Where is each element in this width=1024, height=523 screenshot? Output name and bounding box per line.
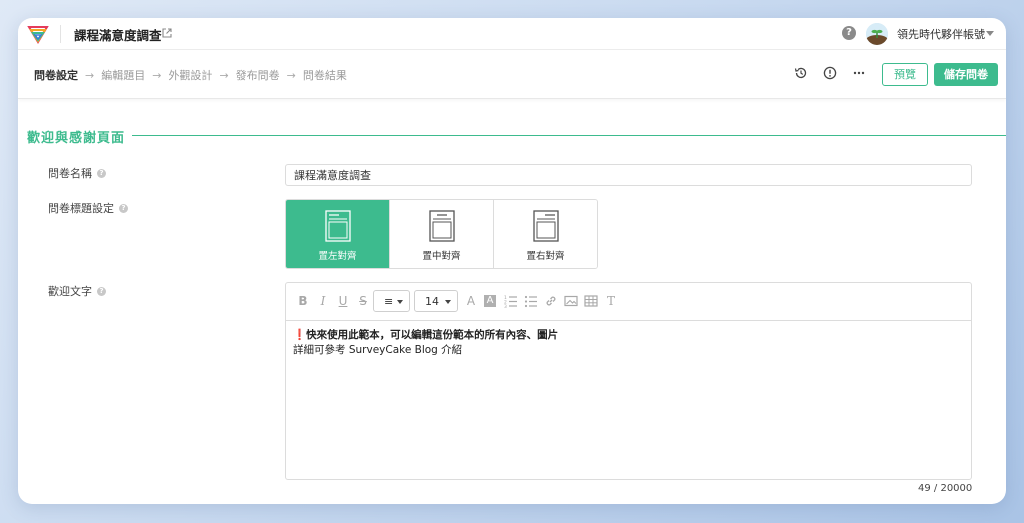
step-nav: 問卷設定 → 編輯題目 → 外觀設計 → 發布問卷 → 問卷結果	[34, 67, 347, 83]
save-survey-button[interactable]: 儲存問卷	[934, 63, 998, 86]
section-divider	[132, 135, 1006, 136]
ordered-list-icon[interactable]: 1 2 3	[504, 294, 518, 308]
title-setting-label: 問卷標題設定 ?	[48, 200, 128, 216]
align-left-icon: ≡	[384, 295, 394, 308]
arrow-right-icon: →	[286, 68, 296, 82]
survey-name-label-text: 問卷名稱	[48, 167, 92, 180]
align-center-label: 置中對齊	[422, 251, 461, 262]
align-left-option[interactable]: 置左對齊	[286, 200, 390, 268]
info-icon[interactable]	[823, 66, 837, 80]
steps-bar: 問卷設定 → 編輯題目 → 外觀設計 → 發布問卷 → 問卷結果 預覽 儲存問卷	[18, 51, 1006, 99]
content-line-1-text: 快來使用此範本，可以編輯這份範本的所有內容、圖片	[306, 329, 559, 341]
font-color-button[interactable]: A	[464, 294, 478, 308]
content-line-1: ❗快來使用此範本，可以編輯這份範本的所有內容、圖片	[293, 328, 558, 343]
top-bar: 課程滿意度調查 ? 領先時代夥伴帳號	[18, 18, 1006, 50]
welcome-text-label: 歡迎文字 ?	[48, 283, 106, 299]
welcome-text-label-text: 歡迎文字	[48, 285, 92, 298]
step-settings[interactable]: 問卷設定	[34, 67, 78, 83]
chevron-down-icon	[445, 300, 451, 304]
chevron-down-icon	[397, 300, 403, 304]
italic-button[interactable]: I	[316, 294, 330, 308]
font-size-dropdown[interactable]: 14	[414, 290, 458, 312]
rich-text-editor: B I U S ≡ 14 A A 1 2 3 T ❗快來使用此範本，可以編輯這份…	[285, 282, 972, 480]
step-appearance[interactable]: 外觀設計	[168, 67, 212, 83]
logo-icon[interactable]	[26, 22, 50, 46]
external-link-icon[interactable]	[161, 27, 173, 39]
step-results[interactable]: 問卷結果	[303, 67, 347, 83]
table-icon[interactable]	[584, 294, 598, 308]
step-edit-questions[interactable]: 編輯題目	[101, 67, 145, 83]
document-left-icon	[324, 210, 351, 242]
title-setting-label-text: 問卷標題設定	[48, 202, 114, 215]
caret-down-icon[interactable]	[986, 31, 994, 36]
arrow-right-icon: →	[219, 68, 229, 82]
survey-title: 課程滿意度調查	[74, 28, 162, 43]
content-line-2: 詳細可參考 SurveyCake Blog 介紹	[293, 344, 463, 356]
editor-toolbar: B I U S ≡ 14 A A 1 2 3 T	[286, 283, 971, 321]
help-icon[interactable]: ?	[97, 168, 106, 178]
character-counter: 49 / 20000	[918, 483, 973, 494]
survey-name-input[interactable]	[285, 164, 972, 186]
document-right-icon	[532, 210, 559, 242]
align-dropdown[interactable]: ≡	[373, 290, 410, 312]
help-icon[interactable]: ?	[842, 26, 856, 40]
underline-button[interactable]: U	[336, 294, 350, 308]
preview-button[interactable]: 預覽	[882, 63, 928, 86]
bullet-list-icon[interactable]	[524, 294, 538, 308]
align-right-option[interactable]: 置右對齊	[494, 200, 597, 268]
avatar[interactable]	[866, 23, 888, 45]
link-icon[interactable]	[544, 294, 558, 308]
font-size-value: 14	[425, 295, 439, 308]
background-color-button[interactable]: A	[484, 295, 496, 307]
svg-text:3: 3	[504, 304, 507, 308]
arrow-right-icon: →	[152, 68, 162, 82]
align-left-label: 置左對齊	[318, 251, 357, 262]
survey-name-label: 問卷名稱 ?	[48, 165, 106, 181]
more-icon[interactable]	[852, 66, 866, 80]
bold-button[interactable]: B	[296, 294, 310, 308]
step-publish[interactable]: 發布問卷	[236, 67, 280, 83]
section-title: 歡迎與感謝頁面	[27, 131, 126, 146]
clear-format-button[interactable]: T	[604, 294, 618, 308]
history-icon[interactable]	[794, 66, 808, 80]
align-right-label: 置右對齊	[526, 251, 565, 262]
strikethrough-button[interactable]: S	[356, 294, 370, 308]
app-window: 課程滿意度調查 ? 領先時代夥伴帳號 問卷設定 → 編輯題目 → 外觀設計 →	[18, 18, 1006, 504]
align-center-option[interactable]: 置中對齊	[390, 200, 494, 268]
account-name[interactable]: 領先時代夥伴帳號	[897, 26, 985, 42]
help-icon[interactable]: ?	[97, 286, 106, 296]
exclamation-icon: ❗	[293, 329, 307, 341]
image-icon[interactable]	[564, 294, 578, 308]
title-align-options: 置左對齊 置中對齊 置右對齊	[285, 199, 598, 269]
arrow-right-icon: →	[85, 68, 95, 82]
editor-content[interactable]: ❗快來使用此範本，可以編輯這份範本的所有內容、圖片 詳細可參考 SurveyCa…	[293, 328, 558, 358]
divider	[60, 25, 61, 43]
document-center-icon	[428, 210, 455, 242]
help-icon[interactable]: ?	[119, 203, 128, 213]
